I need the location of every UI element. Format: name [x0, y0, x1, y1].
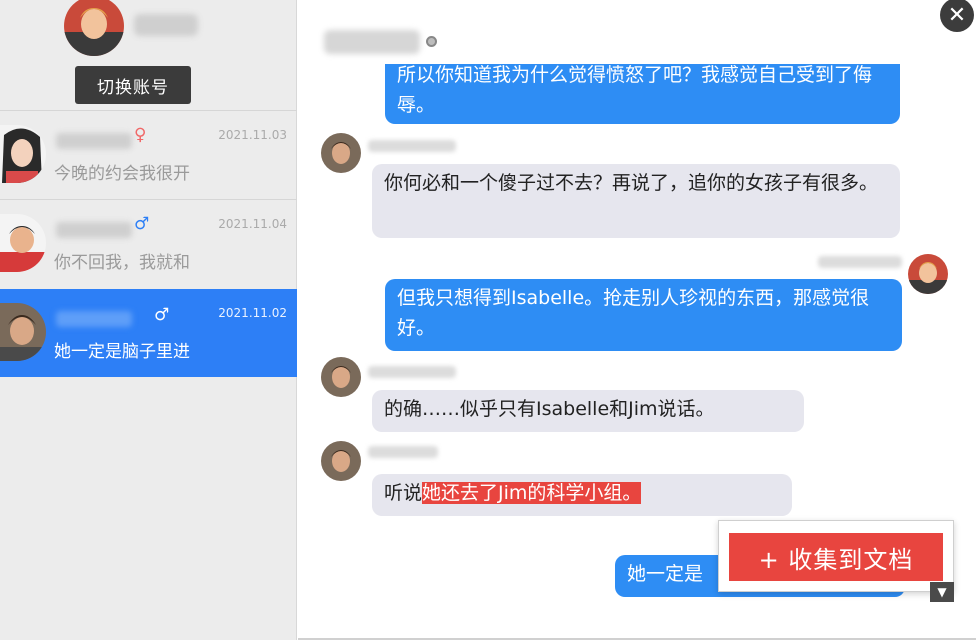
conversation-preview: 她一定是脑子里进: [54, 342, 190, 362]
contact-avatar: [0, 303, 46, 361]
outgoing-message[interactable]: 但我只想得到Isabelle。抢走别人珍视的东西，那感觉很好。: [385, 279, 902, 351]
message-text: 所以你知道我为什么觉得愤怒了吧？我感觉自己受到了侮辱。: [397, 64, 873, 116]
conversation-date: 2021.11.03: [218, 128, 287, 142]
current-user-avatar[interactable]: [64, 0, 124, 56]
conversation-item-active[interactable]: ♂ 2021.11.02 她一定是脑子里进: [0, 289, 297, 377]
selected-text-highlight[interactable]: 她还去了Jim的科学小组。: [422, 482, 642, 504]
sender-name-blurred: [368, 140, 456, 152]
chat-panel: ✕ 所以你知道我为什么觉得愤怒了吧？我感觉自己受到了侮辱。 你何必和一个傻子过不…: [298, 0, 976, 640]
status-dot-icon: [426, 36, 437, 47]
selection-context-menu: + 收集到文档: [718, 520, 954, 592]
switch-account-button[interactable]: 切换账号: [75, 66, 191, 104]
message-text: 的确……似乎只有Isabelle和Jim说话。: [384, 398, 715, 420]
close-icon[interactable]: ✕: [940, 0, 974, 32]
contact-name-blurred: [56, 311, 132, 327]
message-text: 但我只想得到Isabelle。抢走别人珍视的东西，那感觉很好。: [397, 287, 870, 339]
conversation-item[interactable]: ♀ 2021.11.03 今晚的约会我很开: [0, 110, 297, 198]
my-avatar[interactable]: [908, 254, 948, 294]
collect-to-document-button[interactable]: + 收集到文档: [729, 533, 943, 581]
message-text: 她一定是: [627, 563, 704, 585]
contact-name-blurred: [56, 133, 132, 149]
scroll-down-icon[interactable]: ▼: [930, 582, 954, 602]
female-icon: ♀: [134, 125, 147, 145]
incoming-message[interactable]: 的确……似乎只有Isabelle和Jim说话。: [372, 390, 804, 432]
current-user-name-blurred: [134, 14, 198, 36]
conversation-item[interactable]: ♂ 2021.11.04 你不回我，我就和: [0, 199, 297, 287]
sender-name-blurred: [368, 446, 438, 458]
incoming-message[interactable]: 听说她还去了Jim的科学小组。: [372, 474, 792, 516]
message-text: 你何必和一个傻子过不去？再说了，追你的女孩子有很多。: [384, 172, 879, 194]
contact-avatar[interactable]: [321, 441, 361, 481]
conversation-date: 2021.11.04: [218, 217, 287, 231]
conversation-preview: 今晚的约会我很开: [54, 164, 190, 184]
contact-avatar: [0, 214, 46, 272]
chat-contact-name-blurred: [324, 30, 420, 54]
conversation-date: 2021.11.02: [218, 306, 287, 320]
contact-avatar[interactable]: [321, 133, 361, 173]
contact-avatar: [0, 125, 46, 183]
contact-avatar[interactable]: [321, 357, 361, 397]
conversation-preview: 你不回我，我就和: [54, 253, 190, 273]
sender-name-blurred: [818, 256, 902, 268]
male-icon: ♂: [134, 214, 150, 234]
incoming-message[interactable]: 你何必和一个傻子过不去？再说了，追你的女孩子有很多。: [372, 164, 900, 238]
message-text: 听说: [384, 482, 423, 504]
outgoing-message[interactable]: 所以你知道我为什么觉得愤怒了吧？我感觉自己受到了侮辱。: [385, 64, 900, 124]
conversation-sidebar: 切换账号 ♀ 2021.11.03 今晚的约会我很开 ♂ 2021.11.04: [0, 0, 297, 640]
male-icon: ♂: [154, 305, 170, 325]
sender-name-blurred: [368, 366, 456, 378]
contact-name-blurred: [56, 222, 132, 238]
